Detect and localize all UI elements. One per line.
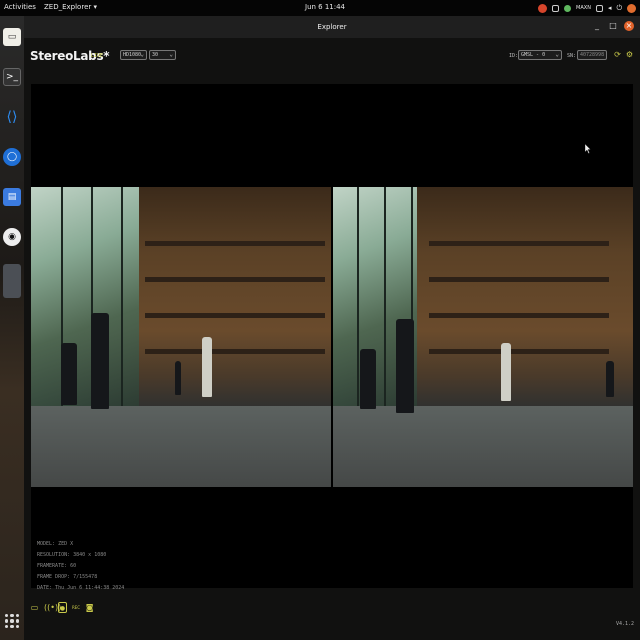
- terminal-icon[interactable]: >_: [3, 68, 21, 86]
- live-badge: LIVE: [91, 53, 104, 59]
- camera-id-value: GMSL - 0: [521, 52, 546, 58]
- record-icon[interactable]: ●: [58, 602, 67, 613]
- nvpmodel-icon[interactable]: [564, 4, 572, 12]
- camera-info-panel: MODEL: ZED X RESOLUTION: 3840 x 1080 FRA…: [37, 539, 124, 594]
- fps-select[interactable]: 30 ⌄: [149, 50, 176, 60]
- info-resolution: RESOLUTION: 3840 x 1080: [37, 552, 107, 558]
- refresh-icon[interactable]: ⟳: [613, 50, 622, 59]
- settings-icon[interactable]: ⚙: [625, 50, 634, 59]
- maximize-button[interactable]: □: [608, 21, 618, 31]
- close-button[interactable]: ×: [624, 21, 634, 31]
- stereo-image: [31, 187, 633, 487]
- network-icon[interactable]: [595, 4, 603, 12]
- system-top-bar: Activities ZED_Explorer ▾ Jun 6 11:44 MA…: [0, 0, 640, 16]
- serial-number-value: 40728998: [580, 52, 605, 58]
- app-indicator-icon[interactable]: [538, 3, 548, 13]
- resolution-select[interactable]: HD1080 ⌄: [120, 50, 147, 60]
- user-icon[interactable]: [627, 3, 636, 13]
- sn-label: SN:: [567, 53, 577, 59]
- window-titlebar[interactable]: Explorer _ □ ×: [24, 16, 640, 38]
- info-model: MODEL: ZED X: [37, 541, 74, 547]
- resolution-value: HD1080: [123, 52, 142, 58]
- chevron-down-icon: ⌄: [555, 51, 559, 58]
- activities-button[interactable]: Activities: [4, 3, 36, 11]
- fps-value: 30: [152, 52, 159, 58]
- info-date: DATE: Thu Jun 6 11:44:38 2024: [37, 585, 125, 591]
- info-frame-drop: FRAME DROP: 7/155478: [37, 574, 98, 580]
- volume-icon[interactable]: ◂: [608, 4, 612, 12]
- app-header: StereoLabs* LIVE HD1080 ⌄ 30 ⌄ ID: GMSL - …: [24, 38, 640, 74]
- bottom-toolbar: ▭ ((•)) ● REC ◙: [30, 602, 94, 613]
- minimize-button[interactable]: _: [592, 21, 602, 31]
- power-icon[interactable]: ⏻: [616, 4, 622, 13]
- stream-icon[interactable]: ((•)): [44, 602, 61, 613]
- show-apps-icon[interactable]: [5, 614, 19, 628]
- rec-label[interactable]: REC: [72, 602, 80, 613]
- app-icon[interactable]: [3, 264, 21, 298]
- folder-icon[interactable]: ▭: [30, 602, 39, 613]
- system-tray: MAXN ◂ ⏻: [538, 2, 636, 14]
- serial-number-field[interactable]: 40728998: [577, 50, 607, 60]
- dock: ▭ >_ ⟨⟩ ◯ ▤ ◉: [0, 16, 24, 640]
- status-icon[interactable]: [552, 4, 560, 12]
- info-framerate: FRAMERATE: 60: [37, 563, 77, 569]
- vscode-icon[interactable]: ⟨⟩: [3, 108, 21, 126]
- files-icon[interactable]: ▭: [3, 28, 21, 46]
- left-camera-image: [31, 187, 331, 487]
- mouse-cursor-icon: [585, 144, 591, 154]
- version-label: V4.1.2: [615, 621, 634, 627]
- chevron-down-icon: ⌄: [140, 51, 144, 58]
- obs-icon[interactable]: ◉: [3, 228, 21, 246]
- video-viewer[interactable]: MODEL: ZED X RESOLUTION: 3840 x 1080 FRA…: [31, 84, 633, 591]
- editor-icon[interactable]: ▤: [3, 188, 21, 206]
- power-mode-label[interactable]: MAXN: [576, 5, 591, 11]
- clock[interactable]: Jun 6 11:44: [305, 3, 345, 11]
- chromium-icon[interactable]: ◯: [3, 148, 21, 166]
- app-menu[interactable]: ZED_Explorer ▾: [44, 3, 97, 11]
- explorer-window: Explorer _ □ × StereoLabs* LIVE HD1080 ⌄ …: [24, 16, 640, 640]
- camera-icon[interactable]: ◙: [85, 602, 94, 613]
- window-title: Explorer: [317, 23, 347, 31]
- right-camera-image: [333, 187, 633, 487]
- id-label: ID:: [509, 53, 519, 59]
- chevron-down-icon: ⌄: [169, 51, 173, 58]
- camera-id-select[interactable]: GMSL - 0 ⌄: [518, 50, 562, 60]
